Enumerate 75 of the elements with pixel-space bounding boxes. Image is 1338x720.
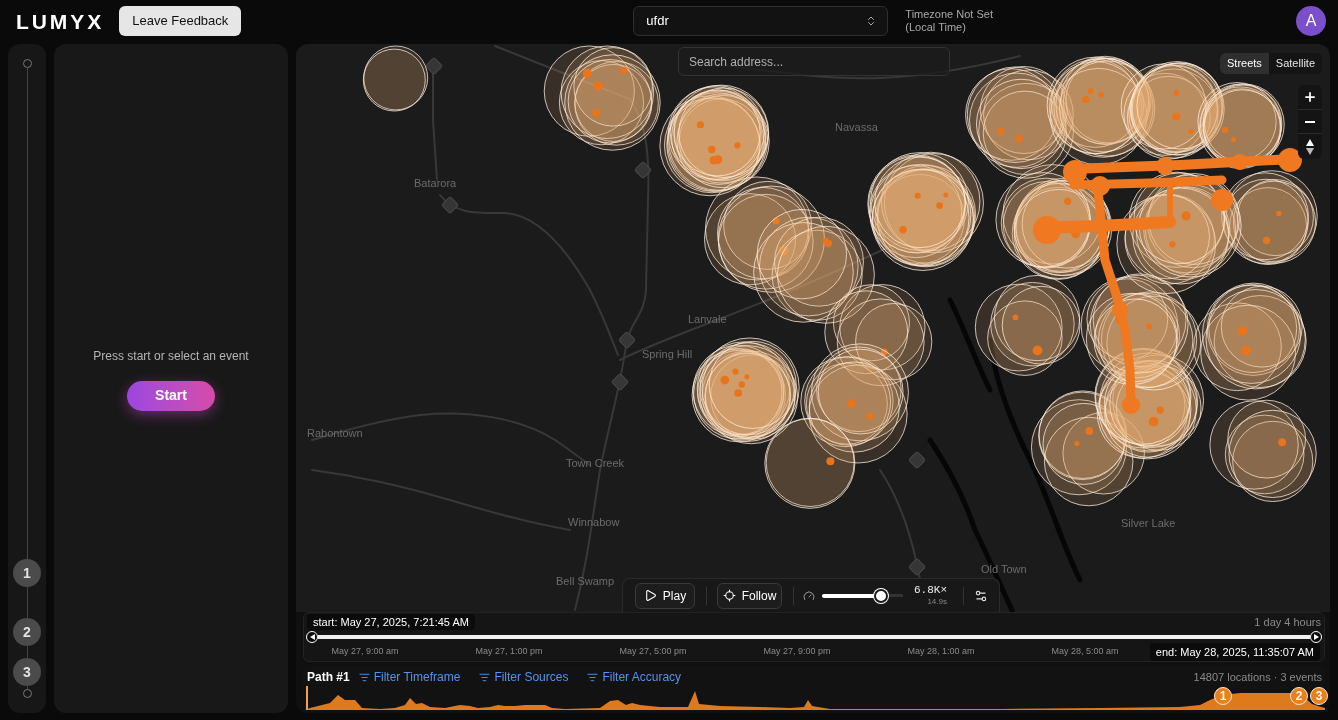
location-cluster[interactable] xyxy=(1197,82,1285,169)
place-label: Rabontown xyxy=(307,426,363,440)
user-avatar[interactable]: A xyxy=(1296,6,1326,36)
location-cluster[interactable] xyxy=(764,417,856,509)
logo: LUMYX xyxy=(16,10,105,32)
event-step-button[interactable]: 1 xyxy=(13,559,41,587)
time-tick-label: May 27, 5:00 pm xyxy=(618,645,688,659)
event-step-button[interactable]: 3 xyxy=(13,658,41,686)
time-tick-label: May 27, 9:00 pm xyxy=(762,645,832,659)
duration-label: 1 day 4 hours xyxy=(1254,614,1321,630)
event-step-button[interactable]: 2 xyxy=(13,618,41,646)
layer-tab[interactable]: Streets xyxy=(1220,53,1269,74)
place-label: Silver Lake xyxy=(1121,516,1176,530)
end-time-tooltip: end: May 28, 2025, 11:35:07 AM xyxy=(1149,643,1320,661)
place-label: Bell Swamp xyxy=(556,574,615,588)
location-cluster[interactable] xyxy=(1116,171,1242,295)
location-cluster[interactable] xyxy=(1080,273,1202,391)
filter-link[interactable]: Filter Sources xyxy=(479,668,569,686)
location-cluster[interactable] xyxy=(1209,399,1317,503)
time-tick-label: May 28, 5:00 am xyxy=(1050,645,1120,659)
location-cluster[interactable] xyxy=(659,84,770,197)
range-end-handle[interactable] xyxy=(1310,631,1322,643)
start-time-tooltip: start: May 27, 2025, 7:21:45 AM xyxy=(307,614,475,630)
time-tick-label: May 27, 1:00 pm xyxy=(474,645,544,659)
map-canvas[interactable]: Navassa Batarora Lanvale Spring Hill Rabontown Town Creek Winnabow Bell Swamp Old Town Silver Lake Search address... Streets Satellite Play Follow 6.8K× 14.9s xyxy=(296,44,1330,612)
slider-thumb[interactable] xyxy=(874,588,889,603)
compass-icon xyxy=(1306,138,1314,155)
location-cluster[interactable] xyxy=(867,151,984,271)
minus-icon xyxy=(1305,120,1315,123)
timezone-label: Timezone Not Set (Local Time) xyxy=(905,8,993,34)
place-label: Town Creek xyxy=(566,456,625,470)
location-cluster[interactable] xyxy=(753,208,875,324)
empty-state-message: Press start or select an event xyxy=(93,347,249,365)
filter-icon xyxy=(358,671,370,683)
speed-multiplier: 6.8K× xyxy=(914,584,947,597)
place-label: Spring Hill xyxy=(642,347,693,361)
place-label: Winnabow xyxy=(568,515,620,529)
location-cluster[interactable] xyxy=(1030,390,1145,507)
time-tick-label: May 28, 1:00 am xyxy=(906,645,976,659)
plus-icon xyxy=(1303,90,1317,104)
gauge-icon xyxy=(803,589,815,602)
path-title: Path #1 xyxy=(307,669,350,686)
location-cluster[interactable] xyxy=(691,337,800,445)
right-triangle-icon xyxy=(1313,634,1319,640)
play-icon xyxy=(643,589,657,602)
left-triangle-icon xyxy=(309,634,315,640)
filter-icon xyxy=(479,671,491,683)
playback-duration: 14.9s xyxy=(927,597,947,607)
location-cluster[interactable] xyxy=(974,274,1081,376)
filter-link[interactable]: Filter Timeframe xyxy=(358,668,461,686)
location-cluster[interactable] xyxy=(543,45,661,151)
location-cluster[interactable] xyxy=(1193,282,1307,401)
place-label: Batarora xyxy=(414,176,457,190)
location-cluster[interactable] xyxy=(362,45,429,112)
road-marker-icon xyxy=(441,196,459,214)
range-start-handle[interactable] xyxy=(306,631,318,643)
settings-icon[interactable] xyxy=(974,588,988,603)
road-marker-icon xyxy=(618,331,636,349)
path-summary: 14807 locations · 3 events xyxy=(1193,669,1322,685)
crosshair-icon xyxy=(722,589,736,602)
dataset-select[interactable]: ufdr xyxy=(633,6,889,36)
start-button[interactable]: Start xyxy=(127,380,215,411)
place-label: Lanvale xyxy=(688,312,727,326)
filter-link[interactable]: Filter Accuracy xyxy=(587,668,682,686)
place-label: Navassa xyxy=(835,120,878,134)
timeline-range-track[interactable] xyxy=(318,635,1310,639)
leave-feedback-button[interactable]: Leave Feedback xyxy=(119,6,242,36)
filter-icon xyxy=(587,671,599,683)
playhead-marker[interactable] xyxy=(306,686,308,710)
location-cluster[interactable] xyxy=(800,343,909,464)
search-field[interactable]: Search address... xyxy=(678,47,950,76)
follow-button[interactable]: Follow xyxy=(717,582,782,609)
time-tick-label: May 27, 9:00 am xyxy=(330,645,400,659)
place-label: Old Town xyxy=(981,562,1027,576)
play-button[interactable]: Play xyxy=(635,582,695,609)
